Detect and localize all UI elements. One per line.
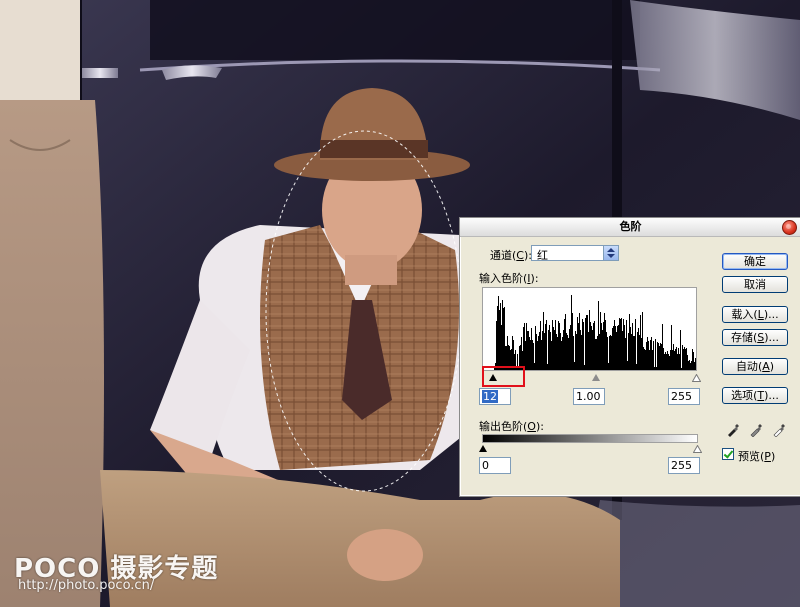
histogram: [482, 287, 697, 371]
preview-label[interactable]: 预览(P): [738, 448, 775, 464]
white-eyedropper-icon[interactable]: [772, 423, 786, 437]
histogram-graph: [483, 295, 696, 370]
black-eyedropper-icon[interactable]: [726, 423, 740, 437]
close-icon[interactable]: [782, 220, 797, 235]
cancel-button[interactable]: 取消: [722, 276, 788, 293]
output-white-slider[interactable]: [693, 445, 702, 453]
dialog-title: 色阶: [619, 220, 642, 233]
input-black-field[interactable]: 12: [479, 388, 511, 405]
output-levels-label: 输出色阶(O):: [479, 420, 544, 433]
channel-label: 通道(C):: [490, 249, 532, 262]
dropdown-arrow-icon[interactable]: [603, 246, 618, 260]
input-white-field[interactable]: 255: [668, 388, 700, 405]
load-button[interactable]: 载入(L)...: [722, 306, 788, 323]
output-white-field[interactable]: 255: [668, 457, 700, 474]
input-gamma-slider[interactable]: [592, 374, 600, 381]
dialog-titlebar[interactable]: 色阶: [460, 218, 800, 237]
histogram-bars: [483, 295, 696, 370]
watermark-url: http://photo.poco.cn/: [18, 578, 155, 593]
input-levels-label: 输入色阶(I):: [479, 272, 539, 285]
preview-checkbox[interactable]: [722, 448, 734, 460]
options-button[interactable]: 选项(T)...: [722, 387, 788, 404]
channel-value: 红: [537, 249, 548, 262]
input-white-slider[interactable]: [692, 374, 701, 382]
highlight-box: [482, 366, 525, 387]
save-button[interactable]: 存储(S)...: [722, 329, 788, 346]
input-gamma-field[interactable]: 1.00: [573, 388, 605, 405]
output-black-field[interactable]: 0: [479, 457, 511, 474]
ok-button[interactable]: 确定: [722, 253, 788, 270]
auto-button[interactable]: 自动(A): [722, 358, 788, 375]
levels-dialog: 色阶 通道(C): 红 输入色阶(I): 12 1.00 255 输出色阶(O)…: [459, 217, 800, 497]
gray-eyedropper-icon[interactable]: [749, 423, 763, 437]
channel-select[interactable]: 红: [531, 245, 619, 262]
output-gradient-bar: [482, 434, 698, 443]
output-black-slider[interactable]: [479, 445, 487, 452]
